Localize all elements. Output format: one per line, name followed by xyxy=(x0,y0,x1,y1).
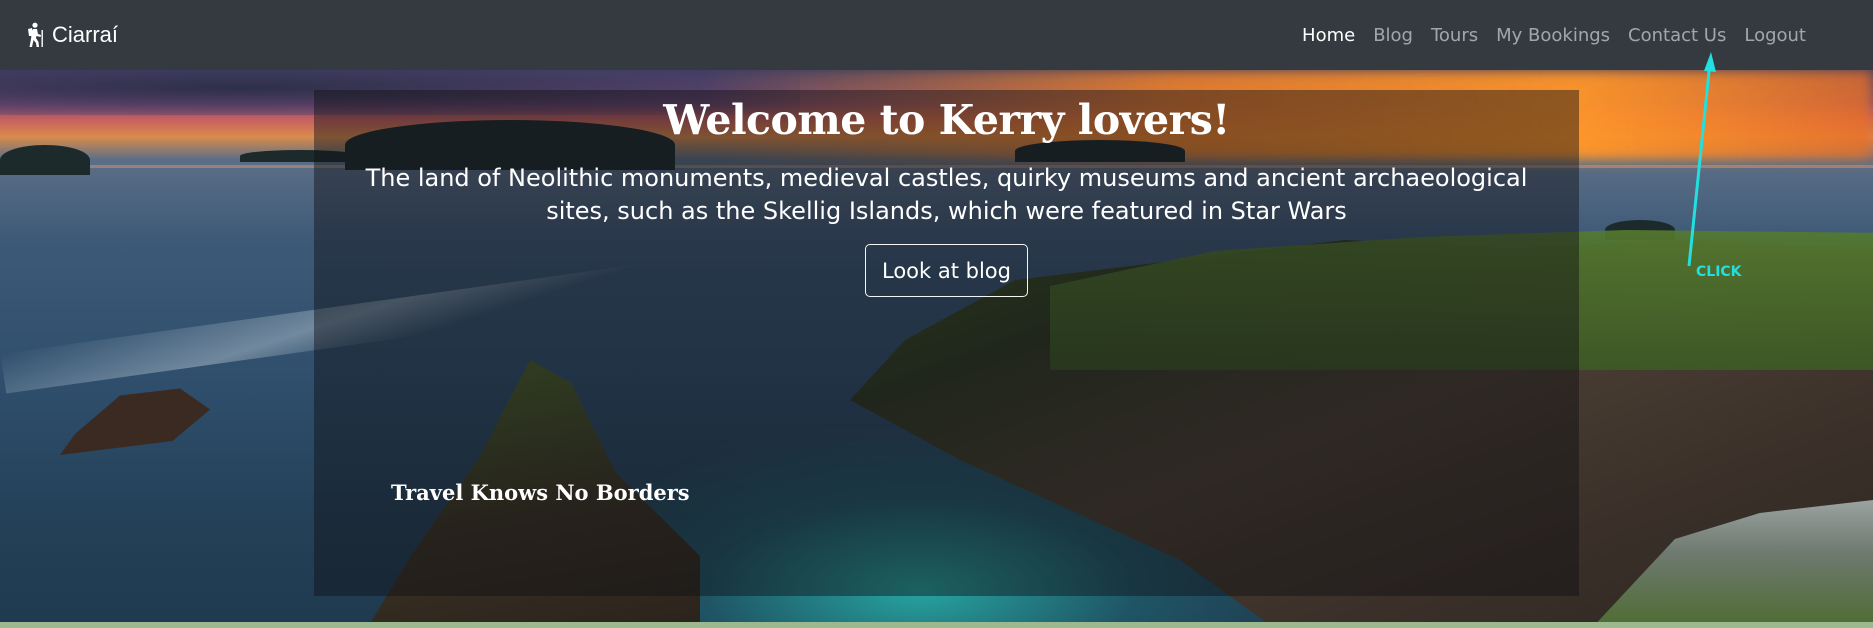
bottom-strip xyxy=(0,622,1873,628)
nav-link-blog[interactable]: Blog xyxy=(1364,17,1422,54)
look-at-blog-button[interactable]: Look at blog xyxy=(865,244,1028,297)
hiker-icon xyxy=(24,22,44,48)
brand-link[interactable]: Ciarraí xyxy=(24,22,118,48)
small-rock xyxy=(60,388,210,455)
nav-link-home[interactable]: Home xyxy=(1293,17,1364,54)
hero-overlay: Welcome to Kerry lovers! The land of Neo… xyxy=(314,90,1579,596)
nav-links: Home Blog Tours My Bookings Contact Us L… xyxy=(1293,17,1815,54)
nav-link-logout[interactable]: Logout xyxy=(1735,17,1815,54)
hero-title: Welcome to Kerry lovers! xyxy=(663,96,1230,144)
island-far-left xyxy=(0,145,90,175)
top-navbar: Ciarraí Home Blog Tours My Bookings Cont… xyxy=(0,0,1873,70)
brand-name: Ciarraí xyxy=(52,22,119,47)
nav-link-contact-us[interactable]: Contact Us xyxy=(1619,17,1735,54)
nav-link-my-bookings[interactable]: My Bookings xyxy=(1487,17,1619,54)
nav-link-tours[interactable]: Tours xyxy=(1422,17,1487,54)
tagline: Travel Knows No Borders xyxy=(391,480,690,505)
hero-subtitle: The land of Neolithic monuments, medieva… xyxy=(365,164,1528,225)
